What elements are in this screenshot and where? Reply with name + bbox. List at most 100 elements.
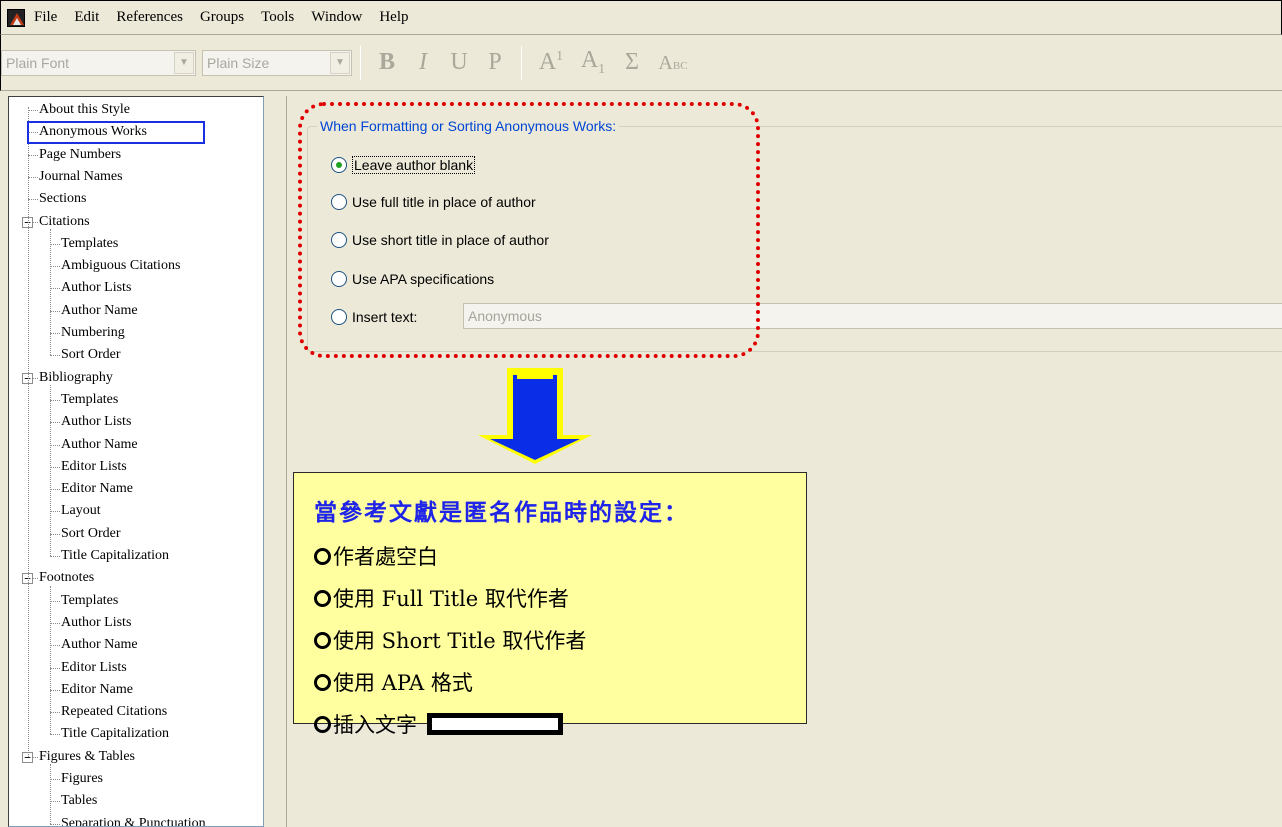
tree-item[interactable]: Sort Order	[61, 344, 121, 366]
tree-item[interactable]: Ambiguous Citations	[61, 255, 180, 277]
selected-item-outline	[27, 121, 205, 144]
symbol-button[interactable]: Σ	[614, 49, 650, 76]
blank-input-illustration	[427, 713, 563, 735]
tree-item[interactable]: Templates	[61, 590, 118, 612]
font-select[interactable]: Plain Font ▼	[1, 49, 196, 76]
smallcaps-button[interactable]: ABC	[650, 49, 696, 76]
circle-bullet-icon	[314, 589, 331, 607]
tree-item[interactable]: Templates	[61, 389, 118, 411]
tree-item[interactable]: Author Lists	[61, 612, 131, 634]
tree-item[interactable]: Author Lists	[61, 277, 131, 299]
tree-item[interactable]: Numbering	[61, 322, 125, 344]
tree-connector	[50, 511, 60, 513]
note-item: 作者處空白	[314, 541, 438, 571]
tree-item[interactable]: Sort Order	[61, 523, 121, 545]
tree-connector	[50, 266, 60, 268]
tree-item[interactable]: Journal Names	[39, 166, 123, 188]
menu-references[interactable]: References	[115, 7, 184, 28]
red-dotted-highlight	[298, 102, 760, 358]
tree-connector	[50, 333, 60, 334]
menu-file[interactable]: File	[33, 7, 58, 28]
tree-item[interactable]: Editor Lists	[61, 456, 127, 478]
tree-item[interactable]: Footnotes	[39, 567, 94, 589]
tree-item[interactable]: Author Name	[61, 300, 138, 322]
tree-connector	[28, 199, 38, 201]
menu-groups[interactable]: Groups	[199, 7, 245, 28]
tree-connector	[50, 422, 60, 424]
tree-connector	[50, 622, 60, 624]
toolbar-separator	[360, 45, 361, 80]
note-title: 當參考文獻是匿名作品時的設定：	[314, 499, 689, 526]
note-item: 使用 Short Title 取代作者	[314, 625, 586, 655]
tree-connector	[50, 600, 60, 602]
subscript-button[interactable]: A1	[572, 47, 614, 78]
font-select-value: Plain Font	[6, 54, 70, 71]
circle-bullet-icon	[314, 547, 331, 565]
tree-item[interactable]: Layout	[61, 500, 101, 522]
note-item: 使用 APA 格式	[314, 667, 473, 697]
superscript-mark: 1	[556, 49, 564, 64]
tree-item[interactable]: Page Numbers	[39, 144, 121, 166]
tree-item[interactable]: Editor Name	[61, 679, 133, 701]
size-select[interactable]: Plain Size ▼	[202, 49, 352, 76]
style-section-tree[interactable]: About this Style Anonymous Works Page Numb…	[8, 96, 264, 827]
tree-item[interactable]: Author Name	[61, 634, 138, 656]
note-item-text: 使用 Short Title 取代作者	[333, 629, 587, 653]
tree-item[interactable]: Title Capitalization	[61, 723, 169, 745]
menu-window[interactable]: Window	[310, 7, 363, 28]
tree-guide-line	[50, 228, 51, 356]
format-toolbar: Plain Font ▼ Plain Size ▼ B I U P A1 A1 …	[0, 35, 1282, 91]
tree-item[interactable]: Repeated Citations	[61, 701, 167, 723]
tree-item[interactable]: Citations	[39, 211, 90, 233]
menu-tools[interactable]: Tools	[260, 7, 295, 28]
chevron-down-icon[interactable]: ▼	[174, 51, 194, 74]
tree-connector	[50, 399, 60, 401]
tree-item[interactable]: Title Capitalization	[61, 545, 169, 567]
note-item-text: 插入文字	[333, 713, 417, 737]
tree-connector	[50, 645, 60, 647]
plain-button[interactable]: P	[477, 49, 513, 76]
tree-connector	[50, 489, 60, 491]
tree-guide-line	[50, 384, 51, 556]
tree-item[interactable]: About this Style	[39, 99, 130, 121]
tree-connector	[28, 110, 38, 111]
down-arrow-icon	[478, 368, 592, 464]
note-item-text: 使用 APA 格式	[333, 671, 473, 695]
tree-connector	[50, 779, 60, 780]
tree-item[interactable]: Figures	[61, 768, 103, 790]
tree-connector	[50, 243, 60, 245]
tree-item[interactable]: Author Name	[61, 434, 138, 456]
tree-connector	[50, 823, 60, 825]
tree-item[interactable]: Separation & Punctuation	[61, 813, 206, 826]
tree-connector	[28, 154, 38, 156]
tree-item[interactable]: Tables	[61, 790, 97, 812]
note-item: 插入文字	[314, 709, 563, 739]
superscript-base: A	[538, 49, 557, 75]
menu-edit[interactable]: Edit	[73, 7, 100, 28]
tree-connector	[50, 466, 60, 468]
tree-item[interactable]: Editor Lists	[61, 657, 127, 679]
app-logo-icon[interactable]	[7, 8, 25, 27]
bold-button[interactable]: B	[369, 49, 405, 76]
tree-item[interactable]: Templates	[61, 233, 118, 255]
size-select-value: Plain Size	[207, 54, 270, 71]
tree-connector	[50, 556, 60, 557]
tree-connector	[50, 712, 60, 714]
tree-connector	[50, 689, 60, 691]
underline-button[interactable]: U	[441, 49, 477, 76]
tree-connector	[50, 288, 60, 290]
smallcaps-big: A	[658, 52, 673, 74]
chevron-down-icon[interactable]: ▼	[330, 51, 350, 74]
tree-item[interactable]: Figures & Tables	[39, 746, 135, 768]
subscript-base: A	[580, 47, 599, 74]
note-item: 使用 Full Title 取代作者	[314, 583, 569, 613]
tree-item[interactable]: Editor Name	[61, 478, 133, 500]
tree-item[interactable]: Author Lists	[61, 411, 131, 433]
superscript-button[interactable]: A1	[530, 49, 572, 76]
italic-button[interactable]: I	[405, 49, 441, 76]
tree-guide-line	[50, 764, 51, 824]
tree-connector	[28, 176, 38, 178]
tree-item[interactable]: Sections	[39, 188, 86, 210]
menu-help[interactable]: Help	[378, 7, 409, 28]
menu-bar: File Edit References Groups Tools Window…	[0, 0, 1282, 35]
